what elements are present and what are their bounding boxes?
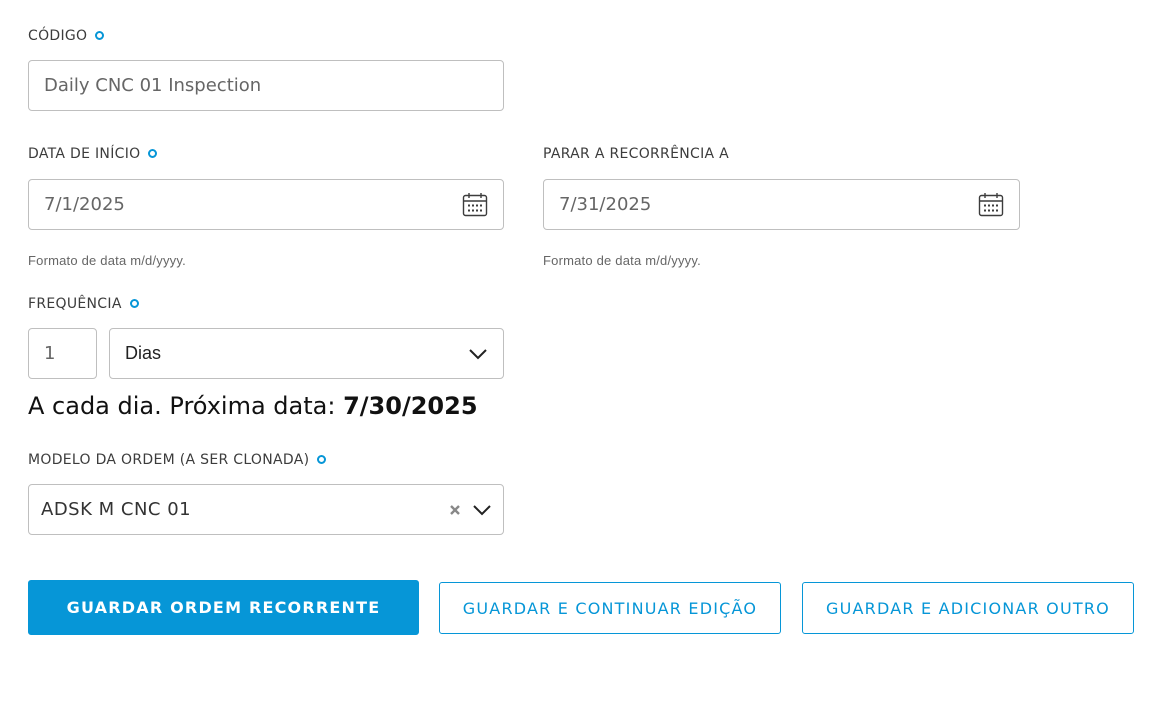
- template-value: ADSK M CNC 01: [41, 499, 192, 520]
- template-label: MODELO DA ORDEM (A SER CLONADA): [28, 452, 327, 468]
- calendar-icon[interactable]: [461, 191, 489, 219]
- calendar-icon[interactable]: [977, 191, 1005, 219]
- chevron-down-icon[interactable]: [471, 499, 493, 521]
- required-indicator-icon: [317, 454, 327, 464]
- template-label-text: MODELO DA ORDEM (A SER CLONADA): [28, 452, 310, 468]
- next-date: 7/30/2025: [343, 392, 478, 420]
- chevron-down-icon: [467, 343, 489, 365]
- summary-text: A cada dia. Próxima data:: [28, 392, 344, 420]
- required-indicator-icon: [95, 30, 105, 40]
- required-indicator-icon: [129, 298, 139, 308]
- start-date-input[interactable]: 7/1/2025: [28, 179, 504, 230]
- save-continue-editing-label: GUARDAR E CONTINUAR EDIÇÃO: [462, 598, 758, 618]
- save-add-another-label: GUARDAR E ADICIONAR OUTRO: [826, 598, 1110, 618]
- clear-icon[interactable]: [447, 502, 463, 518]
- codigo-input[interactable]: Daily CNC 01 Inspection: [28, 60, 504, 111]
- frequency-label: FREQUÊNCIA: [28, 296, 139, 312]
- save-add-another-button[interactable]: GUARDAR E ADICIONAR OUTRO: [802, 582, 1134, 634]
- save-continue-editing-button[interactable]: GUARDAR E CONTINUAR EDIÇÃO: [439, 582, 781, 634]
- frequency-count-input[interactable]: 1: [28, 328, 97, 379]
- stop-date-hint: Formato de data m/d/yyyy.: [543, 253, 701, 268]
- template-select[interactable]: ADSK M CNC 01: [28, 484, 504, 535]
- save-recurring-order-button[interactable]: GUARDAR ORDEM RECORRENTE: [28, 580, 419, 635]
- save-recurring-order-label: GUARDAR ORDEM RECORRENTE: [66, 598, 381, 617]
- required-indicator-icon: [148, 148, 158, 158]
- frequency-count-value: 1: [44, 343, 56, 364]
- codigo-input-value: Daily CNC 01 Inspection: [44, 75, 262, 96]
- start-date-hint: Formato de data m/d/yyyy.: [28, 253, 186, 268]
- stop-date-value: 7/31/2025: [559, 194, 652, 215]
- start-date-label: DATA DE INÍCIO: [28, 146, 158, 162]
- stop-date-label-text: PARAR A RECORRÊNCIA A: [543, 146, 730, 162]
- stop-date-label: PARAR A RECORRÊNCIA A: [543, 146, 729, 162]
- frequency-label-text: FREQUÊNCIA: [28, 296, 122, 312]
- stop-date-input[interactable]: 7/31/2025: [543, 179, 1020, 230]
- frequency-unit-value: Dias: [125, 343, 162, 363]
- codigo-label: CÓDIGO: [28, 28, 105, 44]
- frequency-unit-select[interactable]: Dias: [109, 328, 504, 379]
- codigo-label-text: CÓDIGO: [28, 28, 88, 44]
- start-date-value: 7/1/2025: [44, 194, 125, 215]
- start-date-label-text: DATA DE INÍCIO: [28, 146, 141, 162]
- frequency-summary: A cada dia. Próxima data: 7/30/2025: [28, 392, 478, 420]
